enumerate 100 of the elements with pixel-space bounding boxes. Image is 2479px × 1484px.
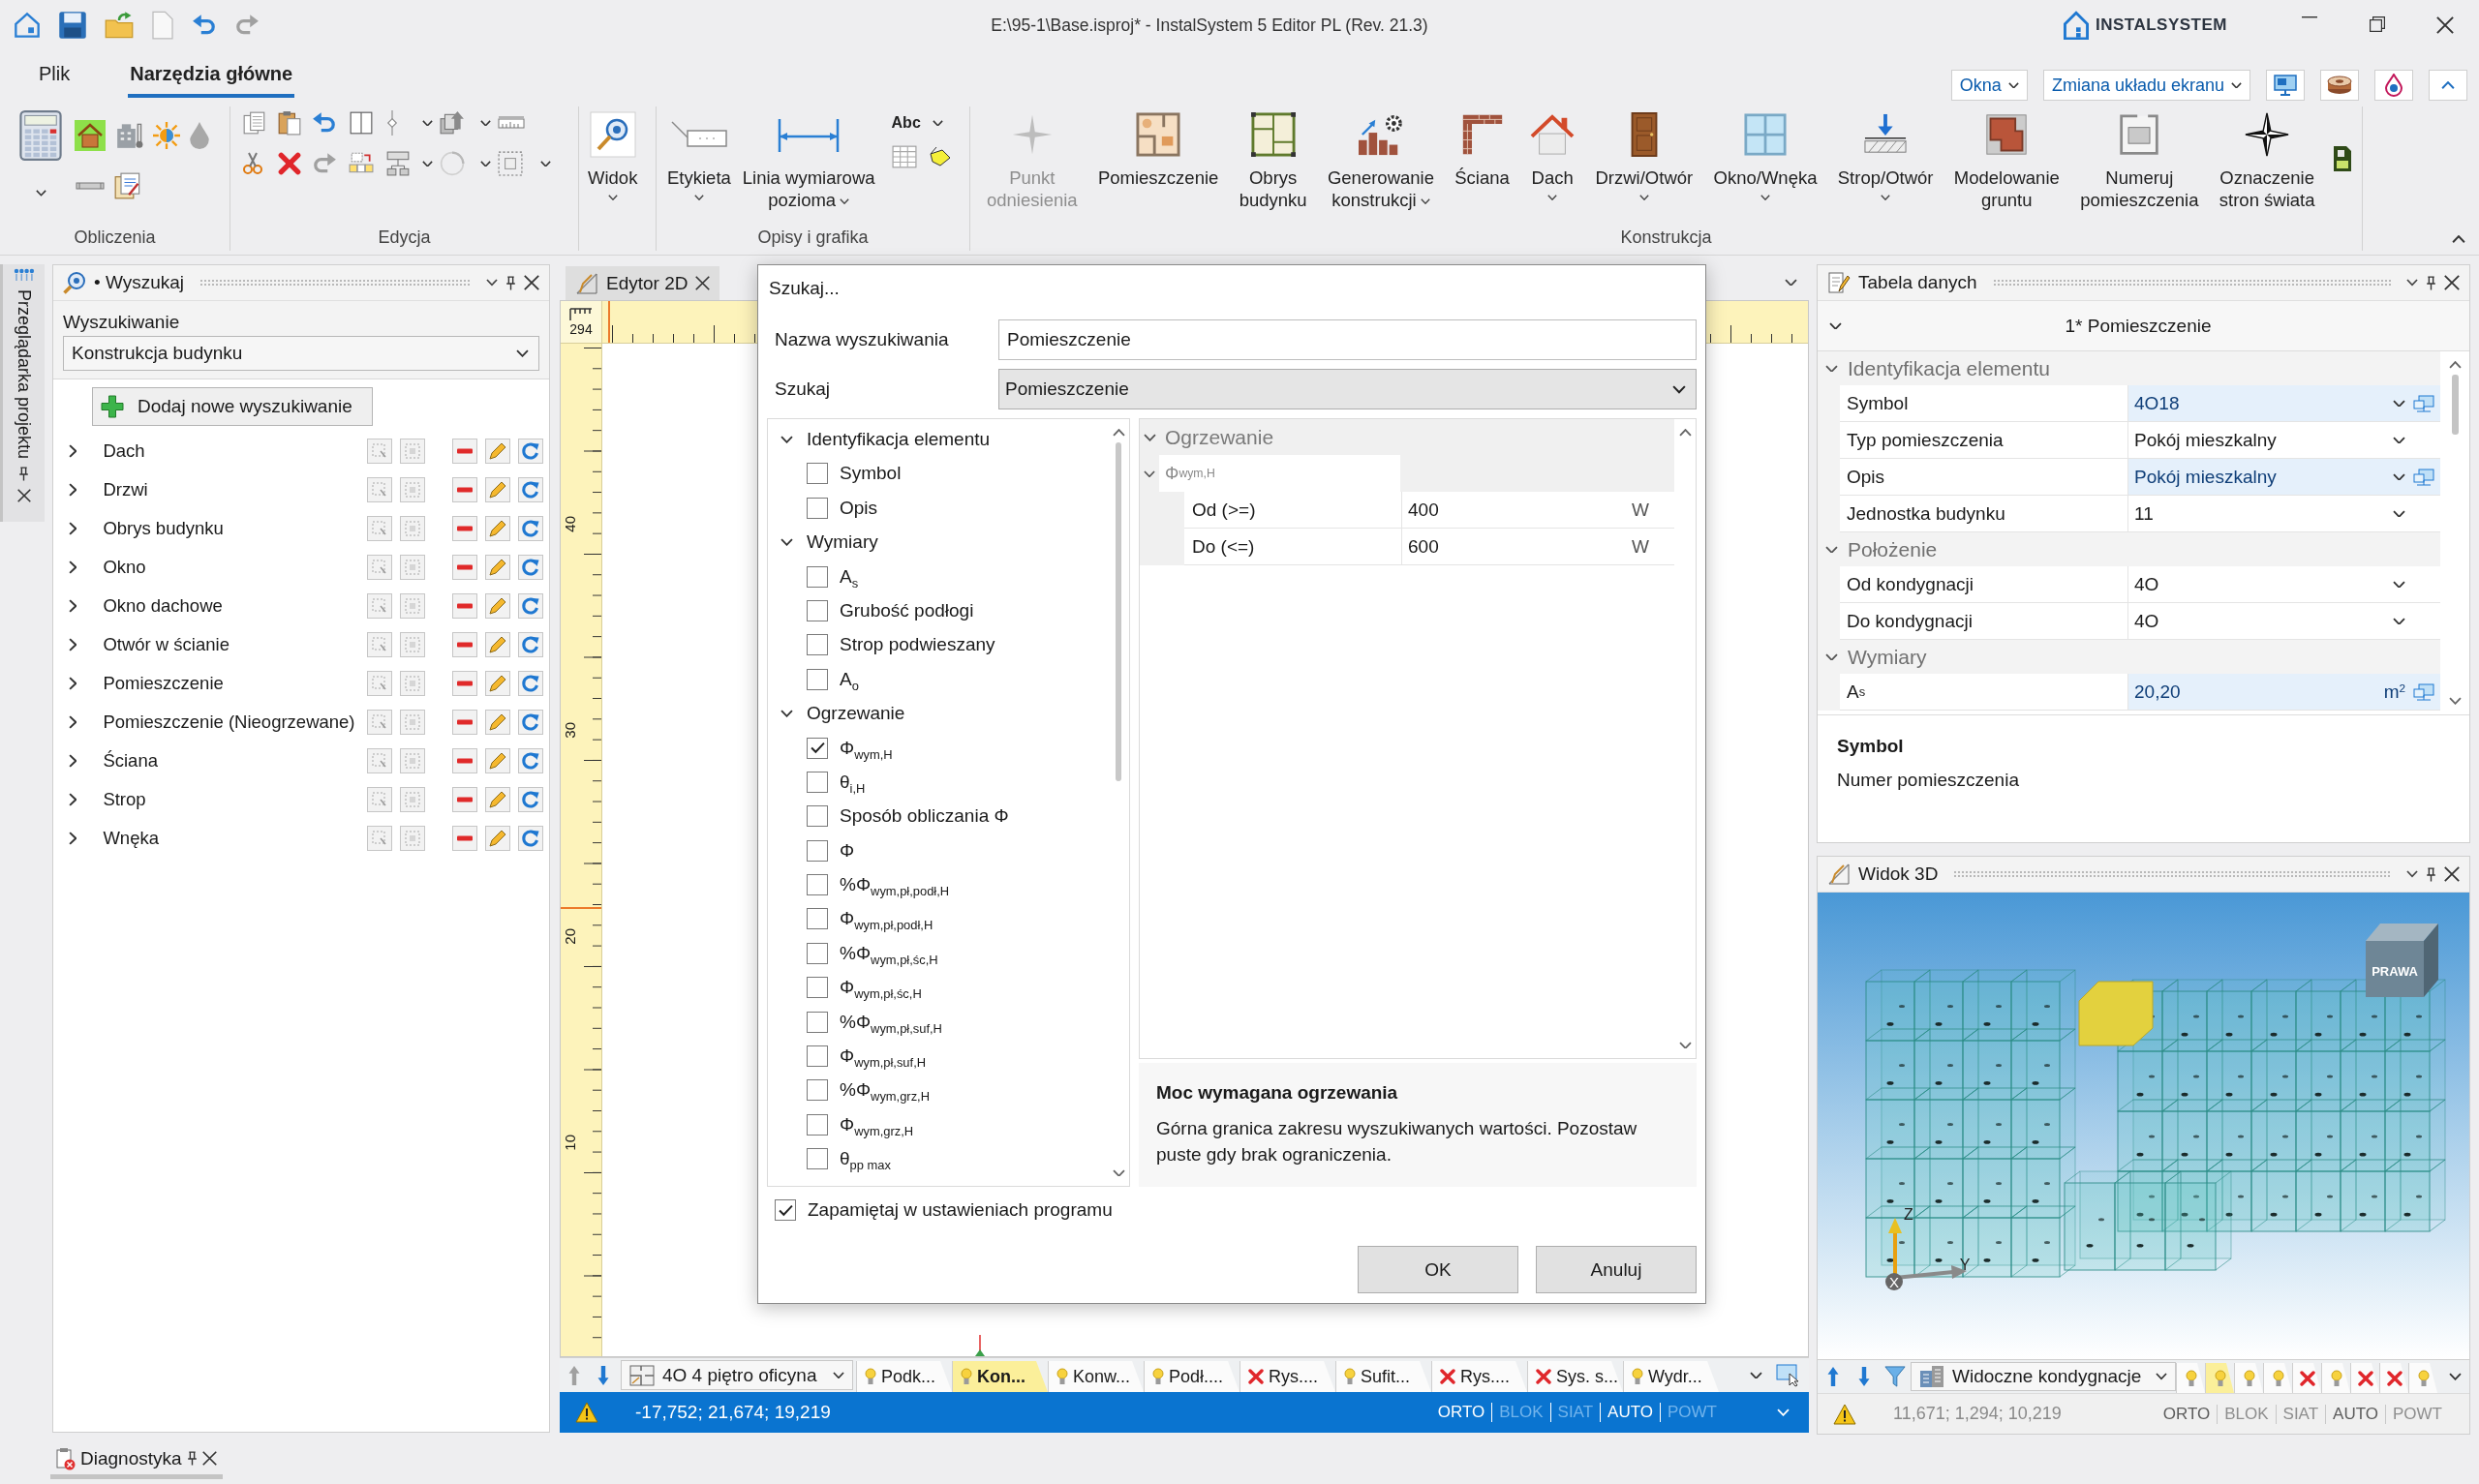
layer-tab[interactable]: [2263, 1363, 2292, 1393]
scroll-up-icon[interactable]: [2448, 361, 2462, 369]
option-label[interactable]: Sposób obliczania Φ: [840, 805, 1009, 828]
menu-dropdown[interactable]: Okna: [1950, 70, 2028, 101]
mode-toggle[interactable]: ORTO: [1437, 1403, 1485, 1422]
pipe-icon[interactable]: [76, 181, 105, 191]
add-search-button[interactable]: Dodaj nowe wyszukiwanie: [92, 387, 373, 426]
minus-icon[interactable]: [452, 516, 477, 541]
tree-item[interactable]: Drzwi: [103, 479, 367, 500]
close-icon[interactable]: [201, 1451, 217, 1466]
name-input[interactable]: Pomieszczenie: [998, 319, 1697, 361]
chevron-right-icon[interactable]: [69, 677, 77, 690]
layer-tab[interactable]: Wydr...: [1623, 1361, 1719, 1392]
info-button[interactable]: [2374, 70, 2413, 101]
pin-icon[interactable]: [186, 1451, 198, 1466]
ruler-corner[interactable]: 294: [561, 301, 602, 344]
checkbox[interactable]: [807, 634, 828, 656]
chevron-right-icon[interactable]: [69, 444, 77, 458]
tag-icon[interactable]: [928, 146, 952, 167]
layer-tab[interactable]: Konw...: [1048, 1361, 1144, 1392]
checkbox[interactable]: [807, 565, 828, 588]
text-style-button[interactable]: Abc: [891, 114, 952, 132]
refresh-icon[interactable]: [518, 439, 543, 464]
chevron-right-icon[interactable]: [69, 715, 77, 729]
tree-item[interactable]: Pomieszczenie: [103, 673, 367, 694]
down-arrow-icon[interactable]: [597, 1364, 610, 1386]
funnel-icon[interactable]: [1884, 1366, 1906, 1387]
layer-tab[interactable]: [2350, 1363, 2379, 1393]
chevron-right-icon[interactable]: [69, 793, 77, 806]
chevron-right-icon[interactable]: [69, 483, 77, 497]
panel-menu-icon[interactable]: [2406, 279, 2418, 287]
caret-icon[interactable]: [480, 160, 491, 167]
scrollbar-thumb[interactable]: [2451, 374, 2459, 435]
chevron-right-icon[interactable]: [69, 638, 77, 651]
collapse-ribbon-icon[interactable]: [2452, 234, 2465, 243]
checkbox[interactable]: [775, 1199, 796, 1222]
layer-tab[interactable]: Podk...: [856, 1361, 952, 1392]
floor-dropdown[interactable]: 4O 4 piętro oficyna: [621, 1360, 853, 1390]
layer-tab[interactable]: [2205, 1363, 2234, 1393]
ribbon-button[interactable]: Etykieta: [664, 108, 734, 211]
up-arrow-icon[interactable]: [1826, 1366, 1840, 1387]
minus-icon[interactable]: [452, 439, 477, 464]
ribbon-button[interactable]: Oznaczenie stron świata: [2216, 108, 2318, 211]
refresh-icon[interactable]: [518, 748, 543, 773]
tree-item[interactable]: Wnęka: [103, 828, 367, 849]
layer-tab[interactable]: [2234, 1363, 2263, 1393]
tree-item[interactable]: Strop: [103, 789, 367, 810]
drag-grip[interactable]: [1992, 279, 2391, 287]
checkbox[interactable]: [807, 1011, 828, 1033]
caret-icon[interactable]: [422, 119, 433, 127]
restore-icon[interactable]: [2370, 16, 2385, 32]
ribbon-button[interactable]: Widok: [585, 108, 641, 200]
checkbox[interactable]: [807, 874, 828, 896]
scissors-icon[interactable]: [242, 151, 263, 176]
property-value[interactable]: Pokój mieszkalny: [2128, 422, 2440, 459]
ruler-icon[interactable]: [498, 116, 525, 130]
tab-list-icon[interactable]: [1785, 278, 1797, 287]
drag-grip[interactable]: [1953, 870, 2391, 878]
property-value[interactable]: 4O18: [2128, 385, 2440, 422]
checkbox[interactable]: [807, 668, 828, 690]
table-icon[interactable]: [891, 145, 917, 168]
folder-icon[interactable]: [105, 11, 134, 40]
menu-dropdown[interactable]: Zmiana układu ekranu: [2042, 70, 2250, 101]
panel-menu-icon[interactable]: [2406, 870, 2418, 878]
document-tab[interactable]: Edytor 2D: [566, 266, 720, 300]
drag-grip[interactable]: [199, 279, 471, 287]
tree-item[interactable]: Otwór w ścianie: [103, 634, 367, 655]
sun-icon[interactable]: [153, 122, 180, 149]
building-thermometer-icon[interactable]: [116, 122, 143, 149]
chevron-right-icon[interactable]: [69, 522, 77, 535]
refresh-icon[interactable]: [518, 826, 543, 851]
pencil-icon[interactable]: [485, 671, 510, 696]
property-value[interactable]: 20,20 m$^{2}$: [2128, 674, 2440, 711]
close-icon[interactable]: [695, 276, 711, 290]
pencil-icon[interactable]: [485, 748, 510, 773]
layer-tab[interactable]: [2379, 1363, 2408, 1393]
minus-icon[interactable]: [452, 787, 477, 812]
layer-tab[interactable]: Sufit...: [1335, 1361, 1431, 1392]
ribbon-button[interactable]: Modelowanie gruntu: [1950, 108, 2063, 211]
refresh-icon[interactable]: [518, 477, 543, 502]
down-arrow-icon[interactable]: [1857, 1366, 1871, 1387]
option-label[interactable]: A$_{s}$: [840, 565, 859, 588]
ribbon-tab[interactable]: Plik: [37, 63, 73, 98]
pin-icon[interactable]: [505, 275, 516, 290]
option-label[interactable]: Strop podwieszany: [840, 634, 995, 656]
panel-menu-icon[interactable]: [486, 279, 498, 287]
refresh-icon[interactable]: [518, 632, 543, 657]
scroll-down-icon[interactable]: [1112, 1168, 1125, 1177]
value-input[interactable]: 600 W: [1401, 529, 1674, 566]
property-value[interactable]: 4O: [2128, 566, 2440, 603]
ribbon-button[interactable]: Strop/Otwór: [1834, 108, 1937, 211]
file-icon[interactable]: [2332, 145, 2352, 172]
close-icon[interactable]: [2436, 16, 2454, 34]
ribbon-button[interactable]: Obrys budynku: [1236, 108, 1310, 211]
up-arrow-icon[interactable]: [567, 1364, 581, 1386]
ribbon-tab[interactable]: Narzędzia główne: [128, 63, 295, 98]
panel-tab[interactable]: Diagnostyka: [50, 1442, 223, 1479]
option-label[interactable]: %Φ$_{wym,grz,H}$: [840, 1079, 930, 1102]
value-input[interactable]: 400 W: [1401, 492, 1674, 530]
minus-icon[interactable]: [452, 826, 477, 851]
